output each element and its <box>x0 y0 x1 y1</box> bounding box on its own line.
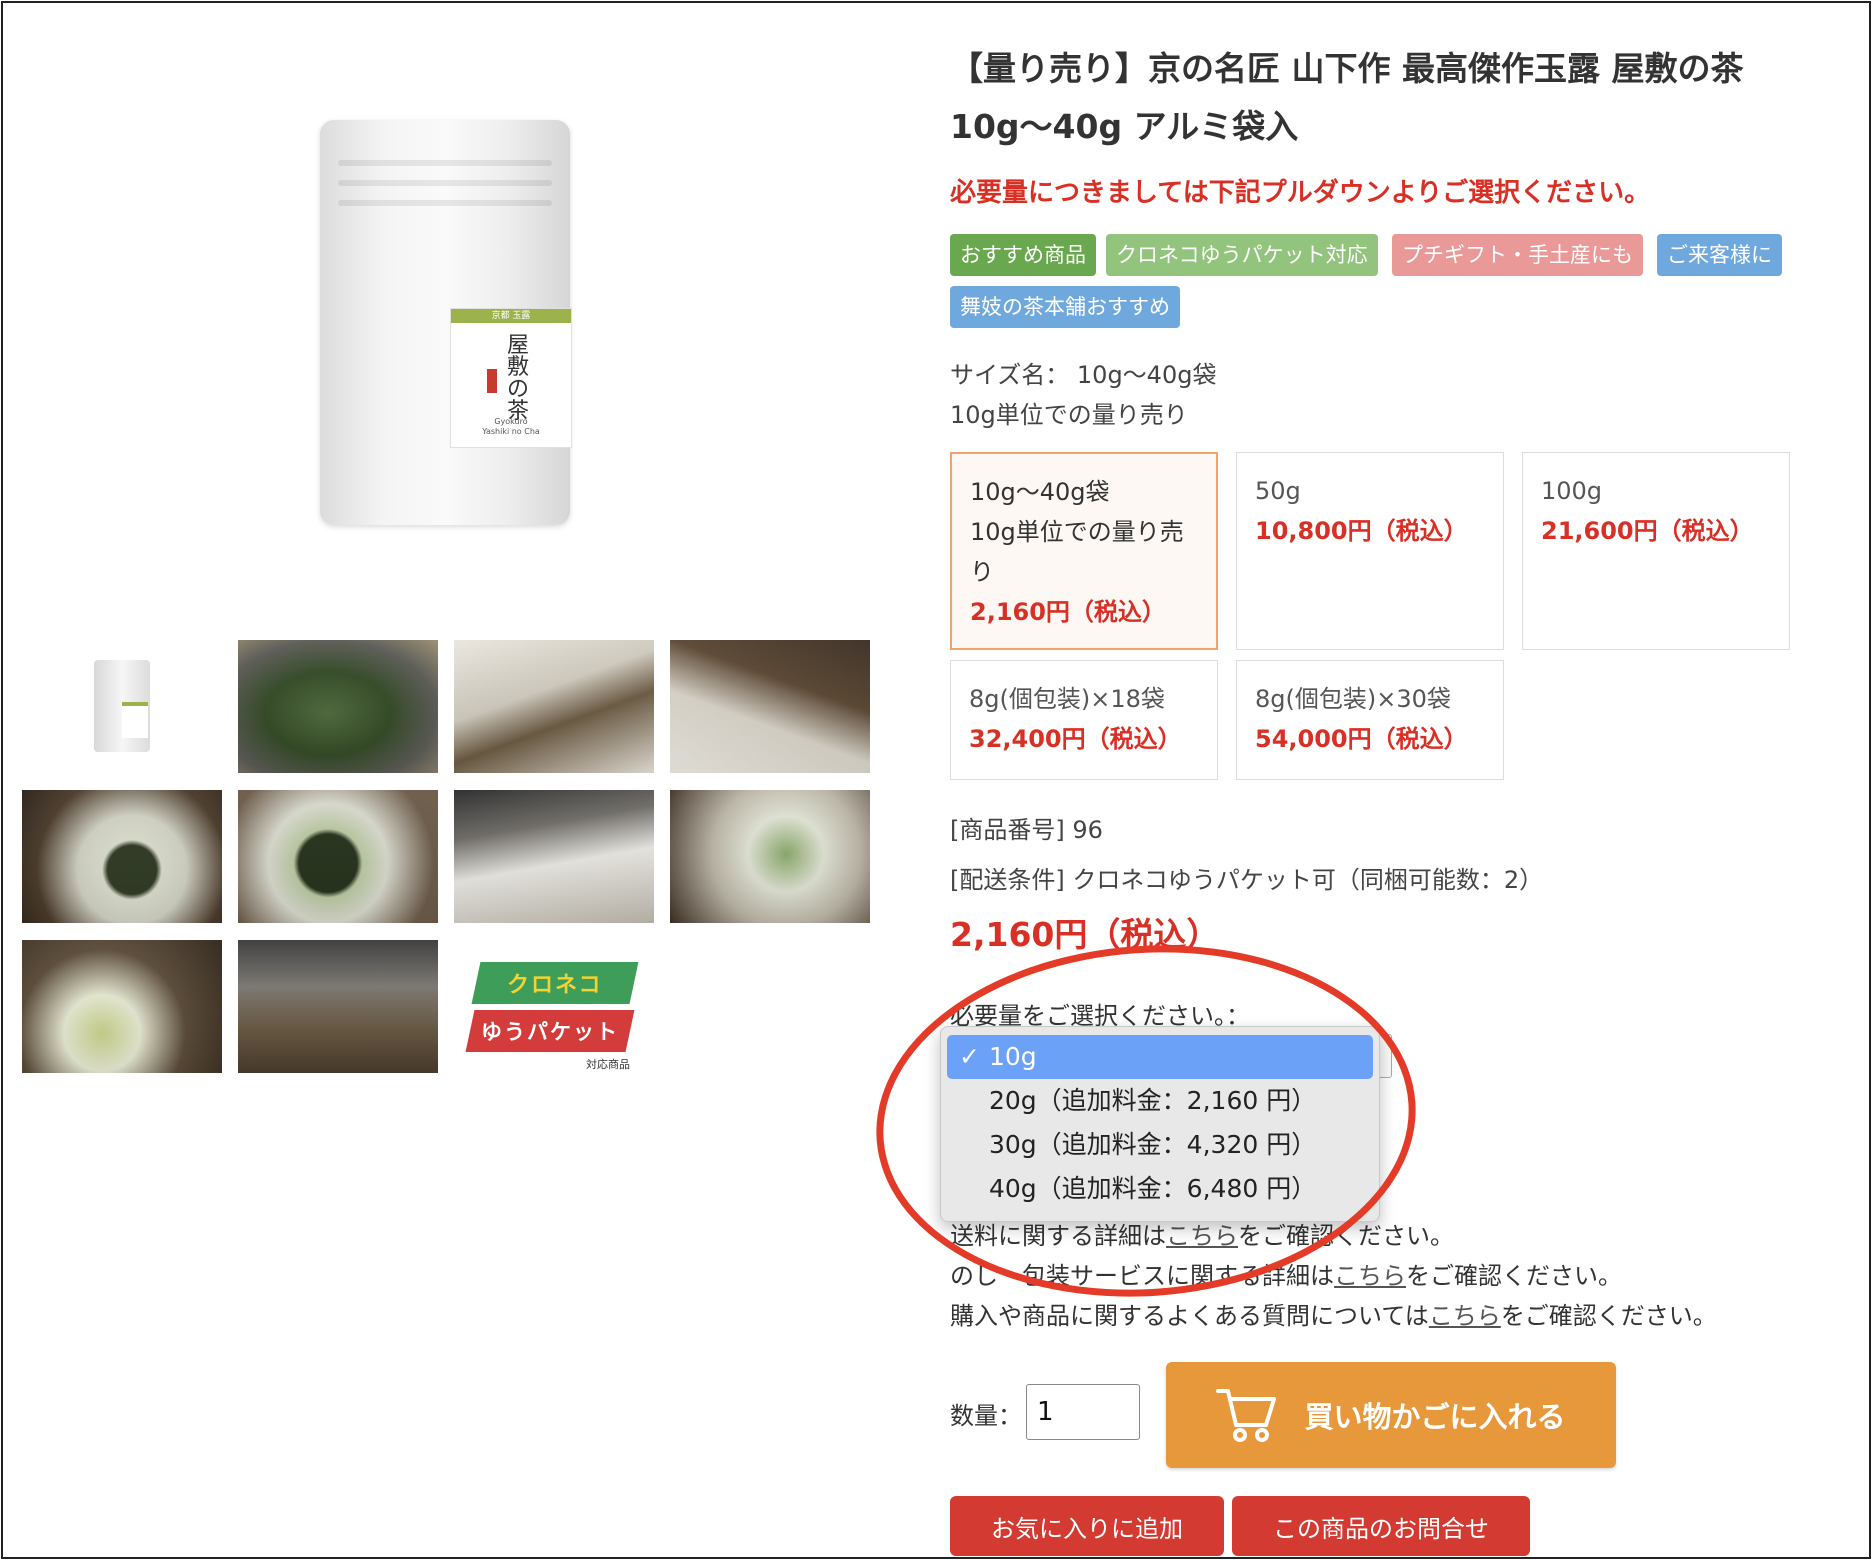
kuroneko-badge-thumbnail[interactable]: クロネコ ゆうパケット 対応商品 <box>465 958 640 1078</box>
thumbnail-bowls[interactable] <box>238 940 438 1073</box>
thumbnail-pouring[interactable] <box>22 790 222 923</box>
size-option-8g-18[interactable]: 8g(個包装)×18袋 32,400円（税込） <box>950 660 1218 780</box>
seal-stamp <box>487 369 497 393</box>
cart-icon <box>1216 1387 1278 1443</box>
add-to-cart-label: 買い物かごに入れる <box>1304 1400 1566 1434</box>
size-option-100g[interactable]: 100g 21,600円（税込） <box>1522 452 1790 650</box>
thumbnail-serving[interactable] <box>670 640 870 773</box>
dropdown-option-10g[interactable]: ✓ 10g <box>947 1035 1373 1079</box>
thumbnail-table[interactable] <box>454 790 654 923</box>
add-to-cart-button[interactable]: 買い物かごに入れる <box>1166 1362 1616 1468</box>
amount-dropdown-menu[interactable]: ✓ 10g 20g（追加料金：2,160 円） 30g（追加料金：4,320 円… <box>940 1026 1380 1222</box>
kuroneko-badge-top: クロネコ <box>507 973 603 998</box>
quantity-input[interactable]: 1 <box>1026 1384 1140 1440</box>
selection-notice: 必要量につきましては下記プルダウンよりご選択ください。 <box>950 178 1651 208</box>
pouch-label-sub: Gyokuro Yashiki no Cha <box>482 417 540 436</box>
dropdown-option-40g[interactable]: 40g（追加料金：6,480 円） <box>947 1167 1373 1211</box>
shipping-info: 送料に関する詳細はこちらをご確認ください。 <box>950 1222 1454 1250</box>
add-to-favorites-button[interactable]: お気に入りに追加 <box>950 1496 1224 1556</box>
shipping-info-link[interactable]: こちら <box>1166 1222 1238 1250</box>
tag-gift[interactable]: プチギフト・手土産にも <box>1392 234 1643 276</box>
kuroneko-badge-bottom: ゆうパケット <box>481 1020 619 1044</box>
shipping-condition: [配送条件] クロネコゆうパケット可（同梱可能数：2） <box>950 866 1544 894</box>
tag-maiko-recommend[interactable]: 舞妓の茶本舗おすすめ <box>950 286 1180 328</box>
tag-kuroneko[interactable]: クロネコゆうパケット対応 <box>1106 234 1378 276</box>
thumbnail-bowl[interactable] <box>238 790 438 923</box>
wrapping-info: のし・包装サービスに関する詳細はこちらをご確認ください。 <box>950 1262 1622 1290</box>
pouch-label: 京都 玉露 屋敷の茶 Gyokuro Yashiki no Cha <box>450 308 572 448</box>
pouch-label-name: 屋敷の茶 <box>507 333 530 424</box>
thumbnail-cups[interactable] <box>22 940 222 1073</box>
pouch-label-band: 京都 玉露 <box>451 309 571 323</box>
kuroneko-badge-note: 対応商品 <box>586 1058 630 1071</box>
wrapping-info-link[interactable]: こちら <box>1334 1262 1406 1290</box>
size-option-8g-30[interactable]: 8g(個包装)×30袋 54,000円（税込） <box>1236 660 1504 780</box>
thumbnail-pouring-2[interactable] <box>670 790 870 923</box>
tag-guests[interactable]: ご来客様に <box>1657 234 1782 276</box>
product-price: 2,160円（税込） <box>950 915 1220 954</box>
dropdown-option-20g[interactable]: 20g（追加料金：2,160 円） <box>947 1079 1373 1123</box>
faq-info: 購入や商品に関するよくある質問についてはこちらをご確認ください。 <box>950 1302 1717 1330</box>
main-product-image[interactable]: 京都 玉露 屋敷の茶 Gyokuro Yashiki no Cha <box>210 60 670 620</box>
product-inquiry-button[interactable]: この商品のお問合せ <box>1232 1496 1530 1556</box>
tag-recommended[interactable]: おすすめ商品 <box>950 234 1096 276</box>
size-option-10-40g[interactable]: 10g〜40g袋 10g単位での量り売 り 2,160円（税込） <box>950 452 1218 650</box>
quantity-label: 数量： <box>950 1402 1022 1430</box>
size-option-50g[interactable]: 50g 10,800円（税込） <box>1236 452 1504 650</box>
item-number: [商品番号] 96 <box>950 816 1103 844</box>
thumbnail-tea-leaves[interactable] <box>238 640 438 773</box>
checkmark-icon: ✓ <box>959 1042 980 1071</box>
faq-info-link[interactable]: こちら <box>1429 1302 1501 1330</box>
size-name: サイズ名： 10g〜40g袋 10g単位での量り売り <box>950 361 1217 429</box>
product-title: 【量り売り】京の名匠 山下作 最高傑作玉露 屋敷の茶 10g〜40g アルミ袋入 <box>950 49 1744 146</box>
thumbnail-tea-set[interactable] <box>454 640 654 773</box>
dropdown-option-30g[interactable]: 30g（追加料金：4,320 円） <box>947 1123 1373 1167</box>
tea-pouch: 京都 玉露 屋敷の茶 Gyokuro Yashiki no Cha <box>320 120 572 525</box>
thumbnail-pouch[interactable] <box>22 640 222 773</box>
